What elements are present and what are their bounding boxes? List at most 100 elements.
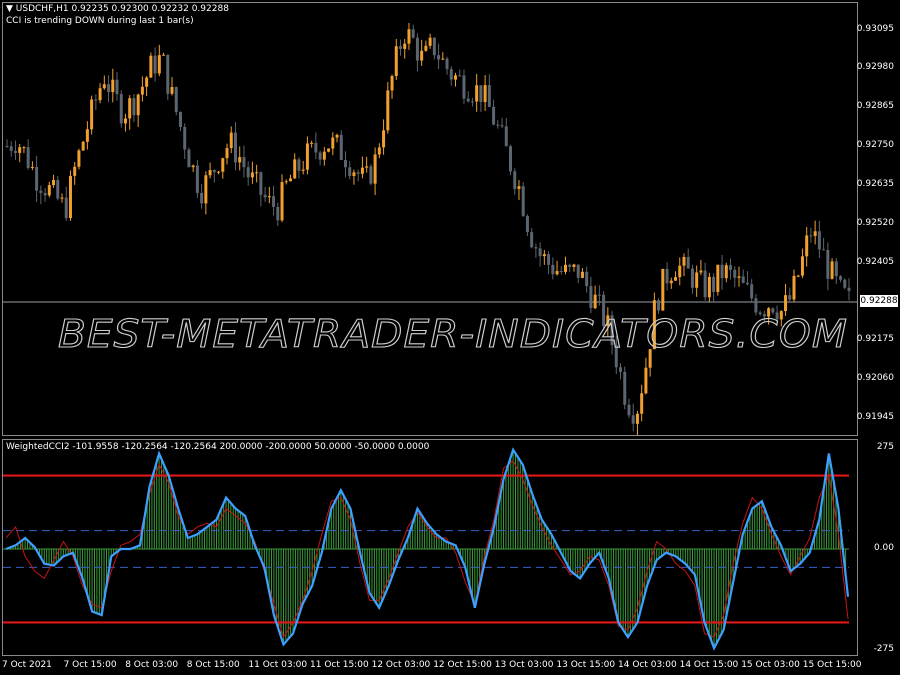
- candle: [43, 188, 47, 202]
- candle: [339, 130, 343, 161]
- candle: [610, 310, 614, 355]
- candle: [90, 95, 94, 135]
- candle: [513, 168, 517, 195]
- candle: [225, 143, 229, 165]
- candle: [111, 68, 115, 103]
- candle: [157, 44, 161, 77]
- candle: [166, 54, 170, 101]
- candle: [314, 132, 318, 160]
- candle: [73, 162, 77, 185]
- candle: [720, 254, 724, 290]
- candle: [377, 143, 381, 159]
- candle: [500, 118, 504, 129]
- symbol-info: ▼ USDCHF,H1 0.92235 0.92300 0.92232 0.92…: [6, 4, 229, 14]
- candle: [652, 292, 656, 350]
- cci-chart[interactable]: [3, 440, 857, 655]
- candle: [635, 410, 639, 436]
- candle: [305, 136, 309, 175]
- candle: [657, 298, 661, 315]
- candle: [64, 186, 68, 221]
- candle: [30, 161, 34, 171]
- candle: [623, 366, 627, 410]
- candle: [250, 161, 254, 184]
- candle: [280, 174, 284, 223]
- candle: [98, 83, 102, 104]
- price-scale-label: 0.92175: [856, 334, 894, 345]
- price-scale-label: 0.92060: [856, 372, 894, 383]
- candle: [441, 52, 445, 61]
- candle: [428, 33, 432, 49]
- candle: [352, 169, 356, 185]
- candle: [470, 97, 474, 107]
- candle: [132, 93, 136, 123]
- price-chart-pane[interactable]: ▼ USDCHF,H1 0.92235 0.92300 0.92232 0.92…: [2, 2, 858, 436]
- candle: [487, 74, 491, 108]
- candle: [767, 307, 771, 325]
- candle: [458, 69, 462, 77]
- status-text: CCI is trending DOWN during last 1 bar(s…: [6, 16, 194, 26]
- candle: [597, 285, 601, 306]
- price-scale-label: 0.91945: [856, 411, 894, 422]
- candle: [648, 348, 652, 377]
- candle: [834, 258, 838, 285]
- candle: [390, 74, 394, 99]
- candle: [119, 90, 123, 128]
- candle: [238, 146, 242, 171]
- candle: [5, 139, 9, 148]
- candle: [619, 363, 623, 380]
- candle: [682, 253, 686, 277]
- candle: [94, 94, 98, 111]
- candle: [415, 33, 419, 72]
- candle: [343, 151, 347, 178]
- time-axis-label: 12 Oct 03:00: [371, 660, 431, 670]
- candle: [716, 264, 720, 296]
- candle: [822, 237, 826, 251]
- candle: [784, 283, 788, 316]
- candle: [703, 262, 707, 301]
- candle: [555, 260, 559, 276]
- time-axis-label: 7 Oct 15:00: [63, 660, 117, 670]
- time-axis-label: 8 Oct 15:00: [186, 660, 240, 670]
- candle: [712, 273, 716, 303]
- candle: [60, 193, 64, 203]
- candle: [373, 147, 377, 196]
- candle: [576, 264, 580, 284]
- candle: [530, 228, 534, 249]
- candle: [483, 75, 487, 111]
- candle: [830, 258, 834, 280]
- candle: [547, 251, 551, 275]
- price-scale[interactable]: 0.93095 0.92980 0.92865 0.92750 0.92635 0.925…: [856, 2, 900, 436]
- time-axis-label: 15 Oct 03:00: [741, 660, 800, 670]
- time-axis[interactable]: 7 Oct 2021 7 Oct 15:00 8 Oct 03:00 8 Oct 15…: [0, 656, 861, 675]
- candle: [796, 274, 800, 278]
- dropdown-triangle-icon[interactable]: ▼: [6, 4, 13, 14]
- candle: [454, 72, 458, 87]
- candle: [729, 258, 733, 280]
- candle: [255, 164, 259, 183]
- candle: [585, 266, 589, 293]
- candle: [297, 157, 301, 179]
- indicator-scale[interactable]: 275 0.00 -275: [860, 439, 900, 656]
- candle: [310, 140, 314, 148]
- candle: [128, 95, 132, 130]
- candle: [35, 155, 39, 203]
- candle: [466, 91, 470, 103]
- candle: [534, 243, 538, 259]
- candle: [420, 39, 424, 66]
- candle: [68, 170, 72, 221]
- time-axis-label: 11 Oct 15:00: [310, 660, 369, 670]
- indicator-pane[interactable]: WeightedCCI2 -101.9558 -120.2564 -120.25…: [2, 439, 858, 656]
- candle: [817, 220, 821, 259]
- candlestick-chart[interactable]: [3, 3, 857, 436]
- candle: [475, 73, 479, 112]
- candle: [707, 272, 711, 302]
- candle: [13, 140, 17, 160]
- candle: [580, 268, 584, 279]
- candle: [398, 39, 402, 56]
- candle: [263, 187, 267, 202]
- candle: [602, 291, 606, 331]
- candle: [521, 182, 525, 218]
- candle: [174, 86, 178, 116]
- candle: [644, 357, 648, 395]
- candle: [293, 153, 297, 179]
